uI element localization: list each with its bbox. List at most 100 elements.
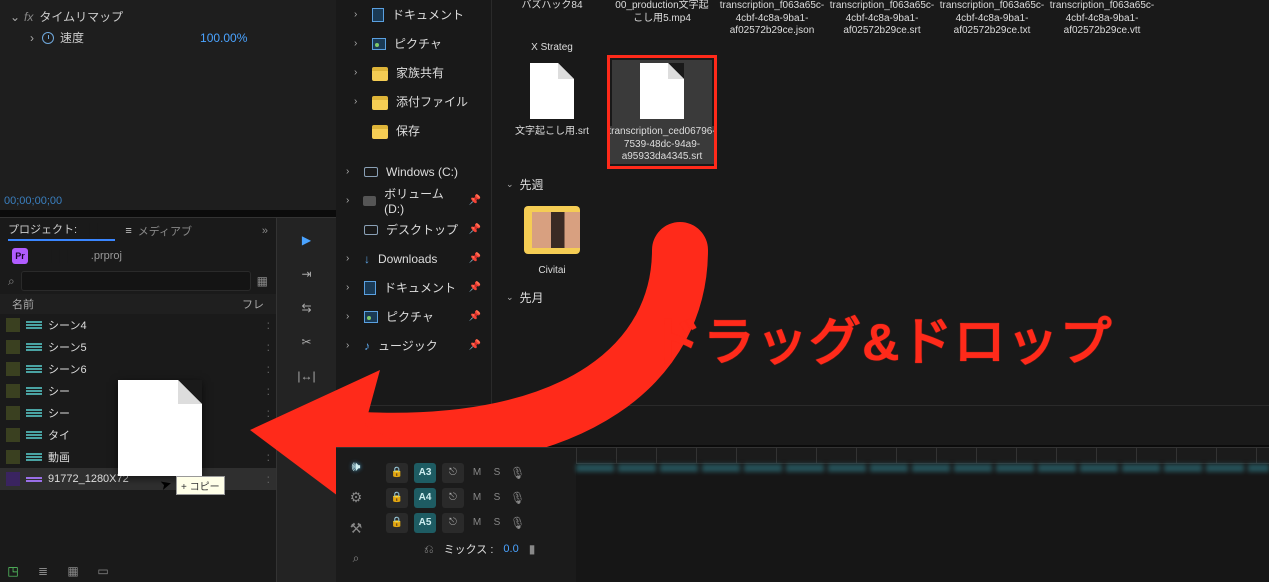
stopwatch-icon[interactable] bbox=[42, 32, 54, 44]
mute-button[interactable]: M bbox=[470, 467, 484, 478]
timeline-clip-area[interactable] bbox=[576, 464, 1269, 582]
solo-button[interactable]: S bbox=[490, 492, 504, 503]
track-target-button[interactable]: A5 bbox=[414, 513, 436, 533]
mix-value[interactable]: 0.0 bbox=[503, 543, 518, 555]
speed-value[interactable]: 100.00% bbox=[200, 31, 247, 45]
sidebar-item-family[interactable]: ›家族共有 bbox=[336, 58, 491, 87]
file-item-folder[interactable]: Civitai bbox=[502, 199, 602, 278]
file-item-selected[interactable]: transcription_ced06796-7539-48dc-94a9-a9… bbox=[612, 60, 712, 164]
timeline-tool-strip: ▶ ⇥ ⇆ ✂ |↔| ✎ ▭ bbox=[276, 217, 336, 582]
sidebar-item-attach[interactable]: ›添付ファイル bbox=[336, 87, 491, 116]
copy-tooltip-text: + コピー bbox=[181, 478, 220, 493]
group-label: 先週 bbox=[520, 176, 544, 193]
mute-button[interactable]: M bbox=[470, 492, 484, 503]
explorer-status-bar: 個の項目 | 1 個の項目 bbox=[336, 405, 1269, 445]
track-target-button[interactable]: A4 bbox=[414, 488, 436, 508]
sidebar-label: 添付ファイル bbox=[396, 93, 468, 110]
rectangle-tool-icon[interactable]: ▭ bbox=[297, 434, 317, 454]
sidebar-item-documents-2[interactable]: ›ドキュメント📌 bbox=[336, 273, 491, 302]
track-target-button[interactable]: A3 bbox=[414, 463, 436, 483]
search-icon[interactable]: ⌕ bbox=[8, 274, 15, 289]
list-item[interactable]: シーン6: bbox=[0, 358, 276, 380]
status-text: 個の項目 | 1 個の項目 bbox=[350, 417, 466, 434]
timecode-display[interactable]: 00;00;00;00 bbox=[4, 195, 62, 207]
search-input[interactable] bbox=[21, 271, 251, 291]
file-explorer-window: ›ドキュメント ›ピクチャ ›家族共有 ›添付ファイル 保存 ›Windows … bbox=[336, 0, 1269, 445]
document-icon bbox=[372, 8, 384, 22]
list-item[interactable]: シーン5: bbox=[0, 336, 276, 358]
sync-lock-icon[interactable]: ⎋ bbox=[442, 463, 464, 483]
lock-icon[interactable]: 🔒 bbox=[386, 463, 408, 483]
razor-tool-icon[interactable]: ✂ bbox=[297, 332, 317, 352]
premiere-project-icon: Pr bbox=[12, 248, 28, 264]
chevron-down-icon: ⌄ bbox=[506, 292, 514, 303]
file-name: transcription_f063a65c-4cbf-4c8a-9ba1-af… bbox=[720, 0, 825, 38]
sidebar-label: Windows (C:) bbox=[386, 165, 458, 179]
sync-lock-icon[interactable]: ⎋ bbox=[442, 513, 464, 533]
sidebar-item-desktop[interactable]: デスクトップ📌 bbox=[336, 215, 491, 244]
freeform-view-icon[interactable]: ▭ bbox=[94, 562, 112, 580]
settings-icon[interactable]: ⚙ bbox=[350, 489, 363, 506]
sequence-icon bbox=[26, 363, 42, 375]
file-item[interactable]: X Strateg bbox=[502, 42, 602, 55]
new-item-icon[interactable]: ◳ bbox=[4, 562, 22, 580]
document-icon bbox=[364, 281, 376, 295]
list-item[interactable]: シーン4: bbox=[0, 314, 276, 336]
effect-speed-row[interactable]: › 速度 100.00% bbox=[10, 27, 326, 48]
effect-time-remap[interactable]: ⌄ fx タイムリマップ bbox=[10, 6, 326, 27]
sidebar-item-documents[interactable]: ›ドキュメント bbox=[336, 0, 491, 29]
file-item[interactable]: transcription_f063a65c-4cbf-4c8a-9ba1-af… bbox=[942, 0, 1042, 38]
solo-button[interactable]: S bbox=[490, 467, 504, 478]
tab-project[interactable]: プロジェクト: ████ bbox=[8, 221, 115, 241]
wrench-icon[interactable]: ⚒ bbox=[350, 520, 363, 537]
pen-tool-icon[interactable]: ✎ bbox=[297, 400, 317, 420]
search-filter-icon[interactable]: ▦ bbox=[257, 274, 268, 288]
timeline-ruler[interactable] bbox=[576, 448, 1269, 464]
lock-icon[interactable]: 🔒 bbox=[386, 488, 408, 508]
lock-icon[interactable]: 🔒 bbox=[386, 513, 408, 533]
audio-track-row[interactable]: 🔒 A5 ⎋ M S 🎙 bbox=[376, 510, 566, 535]
project-file-row[interactable]: Pr ██████ .prproj bbox=[0, 244, 276, 268]
sync-lock-icon[interactable]: ⎋ bbox=[442, 488, 464, 508]
panel-menu-icon[interactable]: ≡ bbox=[125, 225, 131, 237]
sidebar-item-music[interactable]: ›♪ュージック📌 bbox=[336, 331, 491, 360]
voiceover-icon[interactable]: 🎙 bbox=[510, 516, 522, 530]
ripple-tool-icon[interactable]: ⇆ bbox=[297, 298, 317, 318]
sidebar-label: ドキュメント bbox=[392, 6, 464, 23]
sidebar-item-pictures-2[interactable]: ›ピクチャ📌 bbox=[336, 302, 491, 331]
mute-button[interactable]: M bbox=[470, 517, 484, 528]
audio-track-row[interactable]: 🔒 A3 ⎋ M S 🎙 bbox=[376, 460, 566, 485]
list-view-icon[interactable]: ≣ bbox=[34, 562, 52, 580]
file-item[interactable]: 文字起こし用.srt bbox=[502, 60, 602, 164]
tabs-overflow-icon[interactable]: » bbox=[262, 225, 268, 237]
sequence-name: シーン4 bbox=[48, 317, 87, 333]
project-column-header[interactable]: 名前 フレ bbox=[0, 294, 276, 314]
group-header-lastweek[interactable]: ⌄先週 bbox=[492, 170, 1269, 199]
file-item[interactable]: バズハック84 bbox=[502, 0, 602, 38]
file-item[interactable]: transcription_f063a65c-4cbf-4c8a-9ba1-af… bbox=[1052, 0, 1152, 38]
sidebar-item-downloads[interactable]: ›↓Downloads📌 bbox=[336, 244, 491, 273]
file-item[interactable]: transcription_f063a65c-4cbf-4c8a-9ba1-af… bbox=[832, 0, 932, 38]
sidebar-item-pictures[interactable]: ›ピクチャ bbox=[336, 29, 491, 58]
file-item[interactable]: 00_production文字起こし用5.mp4 bbox=[612, 0, 712, 38]
audio-track-row[interactable]: 🔒 A4 ⎋ M S 🎙 bbox=[376, 485, 566, 510]
file-item[interactable]: transcription_f063a65c-4cbf-4c8a-9ba1-af… bbox=[722, 0, 822, 38]
slip-tool-icon[interactable]: |↔| bbox=[297, 366, 317, 386]
sequence-name: シーン6 bbox=[48, 361, 87, 377]
tab-media[interactable]: メディアブ bbox=[138, 223, 192, 239]
voiceover-icon[interactable]: 🎙 bbox=[510, 491, 522, 505]
icon-view-icon[interactable]: ▦ bbox=[64, 562, 82, 580]
search-icon[interactable]: ⌕ bbox=[353, 551, 360, 566]
selection-tool-icon[interactable]: ▶ bbox=[297, 230, 317, 250]
voiceover-icon[interactable]: 🎙 bbox=[510, 466, 522, 480]
sidebar-item-drive-c[interactable]: ›Windows (C:) bbox=[336, 157, 491, 186]
solo-button[interactable]: S bbox=[490, 517, 504, 528]
link-icon[interactable]: ⎌ bbox=[424, 542, 434, 557]
mix-row[interactable]: ⎌ ミックス : 0.0 ▮ bbox=[376, 535, 566, 563]
video-icon bbox=[26, 473, 42, 485]
sidebar-item-save[interactable]: 保存 bbox=[336, 116, 491, 145]
sidebar-item-drive-d[interactable]: ›ボリューム (D:)📌 bbox=[336, 186, 491, 215]
speaker-icon[interactable]: 🕪 bbox=[352, 458, 361, 475]
effects-controls-panel: ⌄ fx タイムリマップ › 速度 100.00% bbox=[0, 0, 336, 210]
track-select-tool-icon[interactable]: ⇥ bbox=[297, 264, 317, 284]
